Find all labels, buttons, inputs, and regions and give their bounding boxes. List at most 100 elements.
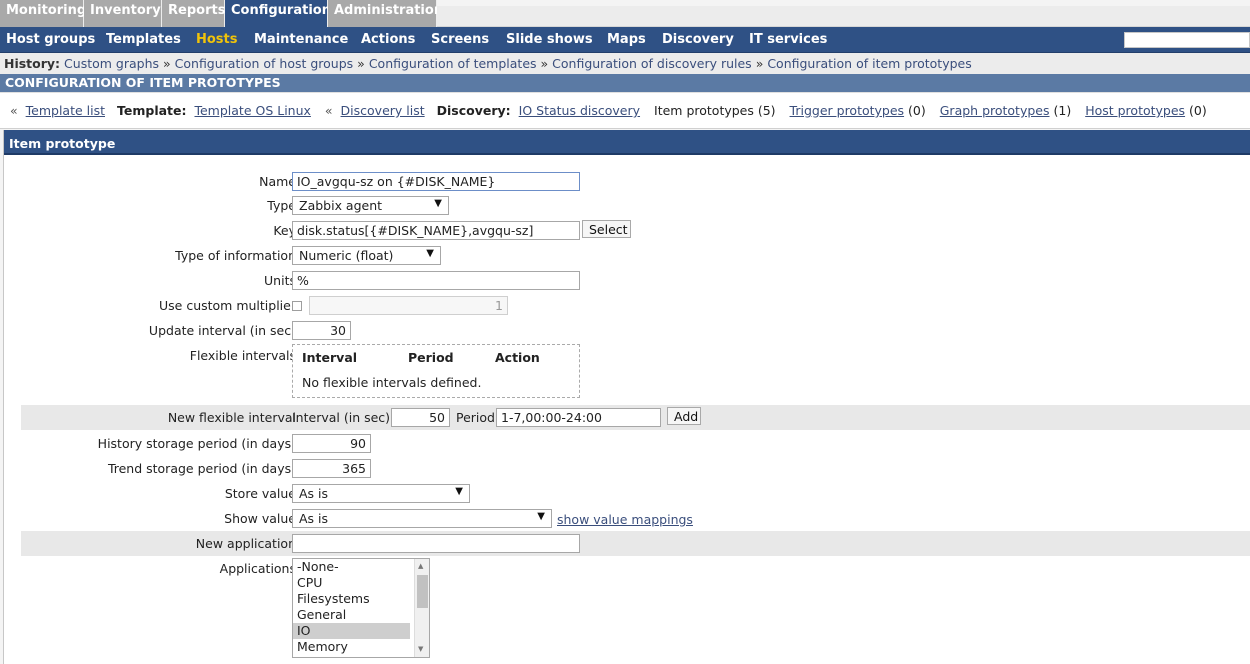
menu-actions[interactable]: Actions: [361, 32, 415, 47]
type-select-value: Zabbix agent: [299, 198, 383, 213]
graph-prototypes-link[interactable]: Graph prototypes: [940, 103, 1050, 118]
row-trend-storage: Trend storage period (in days) 365: [21, 456, 1250, 481]
key-input[interactable]: disk.status[{#DISK_NAME},avgqu-sz]: [292, 221, 580, 240]
row-new-flexible-interval: New flexible interval Interval (in sec) …: [21, 405, 1250, 430]
applications-scrollbar[interactable]: ▲ ▼: [414, 559, 429, 657]
tab-reports[interactable]: Reports: [162, 0, 225, 27]
menu-discovery[interactable]: Discovery: [662, 32, 734, 47]
flex-empty-message: No flexible intervals defined.: [302, 375, 482, 390]
applications-listbox[interactable]: -None- CPU Filesystems General IO Memory…: [292, 558, 430, 658]
application-option[interactable]: Memory: [293, 639, 429, 655]
type-select[interactable]: Zabbix agent ▼: [292, 196, 449, 215]
scroll-up-icon[interactable]: ▲: [418, 562, 423, 570]
history-item-host-groups[interactable]: Configuration of host groups: [175, 56, 354, 71]
history-item-templates[interactable]: Configuration of templates: [369, 56, 537, 71]
custom-multiplier-checkbox[interactable]: [292, 301, 302, 311]
breadcrumb: « Template list Template: Template OS Li…: [0, 92, 1250, 129]
menu-hosts[interactable]: Hosts: [196, 32, 238, 47]
top-navigation: Monitoring Inventory Reports Configurati…: [0, 0, 1250, 27]
flexible-intervals-label: Flexible intervals: [189, 348, 296, 363]
row-applications: Applications -None- CPU Filesystems Gene…: [21, 556, 1250, 662]
show-value-mappings-link[interactable]: show value mappings: [557, 512, 693, 527]
template-label: Template:: [117, 103, 187, 118]
application-option[interactable]: Filesystems: [293, 591, 429, 607]
store-value-selected: As is: [299, 486, 329, 501]
application-option[interactable]: CPU: [293, 575, 429, 591]
new-flex-period-label: Period: [456, 410, 495, 425]
units-input[interactable]: %: [292, 271, 580, 290]
application-option-selected[interactable]: IO: [293, 623, 410, 639]
menu-screens[interactable]: Screens: [431, 32, 489, 47]
tab-monitoring[interactable]: Monitoring: [0, 0, 86, 27]
row-key: Key disk.status[{#DISK_NAME},avgqu-sz] S…: [21, 218, 1250, 243]
name-label: Name: [259, 174, 296, 189]
trigger-prototypes-link[interactable]: Trigger prototypes: [790, 103, 905, 118]
dropdown-arrow-icon: ▼: [434, 198, 442, 209]
new-flex-interval-input[interactable]: 50: [391, 408, 450, 427]
back-arrow-icon: «: [10, 103, 18, 118]
new-flex-interval-label: Interval (in sec): [292, 410, 391, 425]
row-type-of-information: Type of information Numeric (float) ▼: [21, 243, 1250, 268]
discovery-name-link[interactable]: IO Status discovery: [519, 103, 640, 118]
flexible-intervals-table: Interval Period Action No flexible inter…: [292, 344, 580, 398]
history-storage-input[interactable]: 90: [292, 434, 371, 453]
scroll-down-icon[interactable]: ▼: [418, 645, 423, 653]
tab-configuration[interactable]: Configuration: [225, 0, 331, 27]
history-item-custom-graphs[interactable]: Custom graphs: [64, 56, 159, 71]
menu-slide-shows[interactable]: Slide shows: [506, 32, 593, 47]
menu-templates[interactable]: Templates: [106, 32, 181, 47]
sub-menu: Host groups Templates Hosts Maintenance …: [0, 27, 1250, 53]
template-list-link[interactable]: Template list: [26, 103, 105, 118]
add-flex-button[interactable]: Add: [667, 407, 701, 425]
history-item-item-prototypes[interactable]: Configuration of item prototypes: [767, 56, 971, 71]
info-type-value: Numeric (float): [299, 248, 394, 263]
info-type-label: Type of information: [175, 248, 296, 263]
application-option[interactable]: -None-: [293, 559, 429, 575]
graph-prototypes-count: (1): [1053, 103, 1072, 118]
history-separator: »: [540, 56, 549, 71]
row-show-value: Show value As is ▼ show value mappings: [21, 506, 1250, 531]
row-type: Type Zabbix agent ▼: [21, 193, 1250, 218]
multiplier-label: Use custom multiplier: [159, 298, 296, 313]
new-flex-period-input[interactable]: 1-7,00:00-24:00: [496, 408, 661, 427]
page-title: CONFIGURATION OF ITEM PROTOTYPES: [0, 74, 1250, 92]
store-value-select[interactable]: As is ▼: [292, 484, 470, 503]
update-interval-label: Update interval (in sec): [148, 323, 296, 338]
applications-label: Applications: [219, 561, 296, 576]
dropdown-arrow-icon: ▼: [537, 511, 545, 522]
new-application-input[interactable]: [292, 534, 580, 553]
search-input[interactable]: [1124, 32, 1250, 48]
menu-it-services[interactable]: IT services: [749, 32, 827, 47]
tab-inventory[interactable]: Inventory: [84, 0, 162, 27]
history-storage-label: History storage period (in days): [97, 436, 296, 451]
row-custom-multiplier: Use custom multiplier 1: [21, 293, 1250, 318]
history-separator: »: [755, 56, 764, 71]
info-type-select[interactable]: Numeric (float) ▼: [292, 246, 441, 265]
tab-administration[interactable]: Administration: [328, 0, 443, 27]
menu-maps[interactable]: Maps: [607, 32, 646, 47]
host-prototypes-count: (0): [1189, 103, 1207, 118]
item-prototypes-current: Item prototypes (5): [654, 103, 776, 118]
trend-storage-input[interactable]: 365: [292, 459, 371, 478]
application-option[interactable]: General: [293, 607, 429, 623]
discovery-list-link[interactable]: Discovery list: [341, 103, 425, 118]
select-key-button[interactable]: Select: [582, 220, 631, 238]
show-value-select[interactable]: As is ▼: [292, 509, 552, 528]
discovery-label: Discovery:: [436, 103, 511, 118]
new-flex-label: New flexible interval: [167, 410, 296, 425]
multiplier-input[interactable]: 1: [309, 296, 508, 315]
history-item-discovery-rules[interactable]: Configuration of discovery rules: [552, 56, 752, 71]
row-flexible-intervals: Flexible intervals Interval Period Actio…: [21, 343, 1250, 401]
show-value-label: Show value: [224, 511, 296, 526]
template-name-link[interactable]: Template OS Linux: [194, 103, 310, 118]
scrollbar-thumb[interactable]: [417, 575, 428, 608]
row-name: Name IO_avgqu-sz on {#DISK_NAME}: [21, 169, 1250, 194]
update-interval-input[interactable]: 30: [292, 321, 351, 340]
name-input[interactable]: IO_avgqu-sz on {#DISK_NAME}: [292, 172, 580, 191]
flex-header-action: Action: [495, 350, 540, 365]
menu-host-groups[interactable]: Host groups: [6, 32, 95, 47]
top-strip: [437, 6, 1250, 27]
host-prototypes-link[interactable]: Host prototypes: [1085, 103, 1185, 118]
menu-maintenance[interactable]: Maintenance: [254, 32, 348, 47]
flex-header-period: Period: [408, 350, 454, 365]
